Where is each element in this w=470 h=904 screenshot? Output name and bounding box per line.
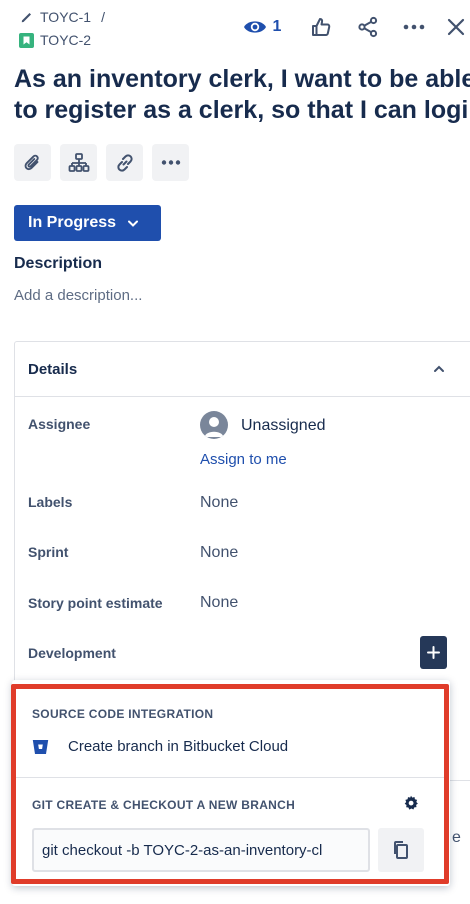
watchers-count: 1 <box>272 18 282 35</box>
share-button[interactable] <box>357 16 379 38</box>
assignee-value[interactable]: Unassigned <box>241 417 326 435</box>
toolbar-more-button[interactable] <box>152 144 189 181</box>
issue-actions: 1 <box>238 16 465 38</box>
close-icon <box>447 18 465 36</box>
issue-title[interactable]: As an inventory clerk, I want to be able… <box>14 64 470 126</box>
link-issue-button[interactable] <box>106 144 143 181</box>
more-icon <box>403 24 425 30</box>
share-icon <box>358 16 378 38</box>
assignee-label: Assignee <box>28 416 91 432</box>
eye-icon <box>243 21 266 33</box>
status-dropdown-button[interactable]: In Progress <box>14 205 161 241</box>
breadcrumb-parent[interactable]: TOYC-1 / <box>20 9 105 25</box>
avatar <box>200 411 228 439</box>
sprint-value[interactable]: None <box>200 544 238 562</box>
like-button[interactable] <box>310 16 332 38</box>
plus-icon <box>427 646 440 659</box>
sprint-label: Sprint <box>28 544 69 560</box>
development-label: Development <box>28 645 116 661</box>
parent-issue-key[interactable]: TOYC-1 <box>40 9 91 25</box>
more-actions-button[interactable] <box>403 24 425 30</box>
link-icon <box>116 153 133 172</box>
details-header[interactable] <box>14 341 470 397</box>
highlight-box <box>11 684 449 884</box>
story-icon <box>19 32 34 48</box>
breadcrumb-current[interactable]: TOYC-2 <box>19 32 91 48</box>
chevron-down-icon <box>128 220 139 227</box>
story-point-value[interactable]: None <box>200 594 238 612</box>
chevron-up-icon <box>434 365 444 372</box>
description-label: Description <box>14 255 103 272</box>
watch-button[interactable]: 1 <box>238 18 286 36</box>
attachment-icon <box>24 154 39 170</box>
breadcrumb-separator: / <box>101 9 105 25</box>
thumbs-up-icon <box>312 18 331 36</box>
issue-title-line1: As an inventory clerk, I want to be able <box>14 65 470 93</box>
story-point-label: Story point estimate <box>28 595 163 611</box>
more-icon <box>161 160 180 165</box>
close-button[interactable] <box>447 18 465 36</box>
attach-button[interactable] <box>14 144 51 181</box>
issue-key[interactable]: TOYC-2 <box>40 32 91 48</box>
add-development-button[interactable] <box>420 636 447 669</box>
issue-title-line2: to register as a clerk, so that I can lo… <box>14 96 470 124</box>
collapse-details-button[interactable] <box>433 360 445 378</box>
labels-value[interactable]: None <box>200 494 238 512</box>
clipped-text: e <box>452 829 461 846</box>
user-icon <box>204 417 224 437</box>
status-label: In Progress <box>28 214 117 231</box>
labels-label: Labels <box>28 494 73 510</box>
pencil-icon <box>21 13 31 23</box>
description-field[interactable]: Add a description... <box>14 287 142 304</box>
assign-to-me-link[interactable]: Assign to me <box>200 451 287 468</box>
child-issue-icon <box>68 152 89 172</box>
details-title: Details <box>28 361 78 378</box>
add-child-issue-button[interactable] <box>60 144 97 181</box>
